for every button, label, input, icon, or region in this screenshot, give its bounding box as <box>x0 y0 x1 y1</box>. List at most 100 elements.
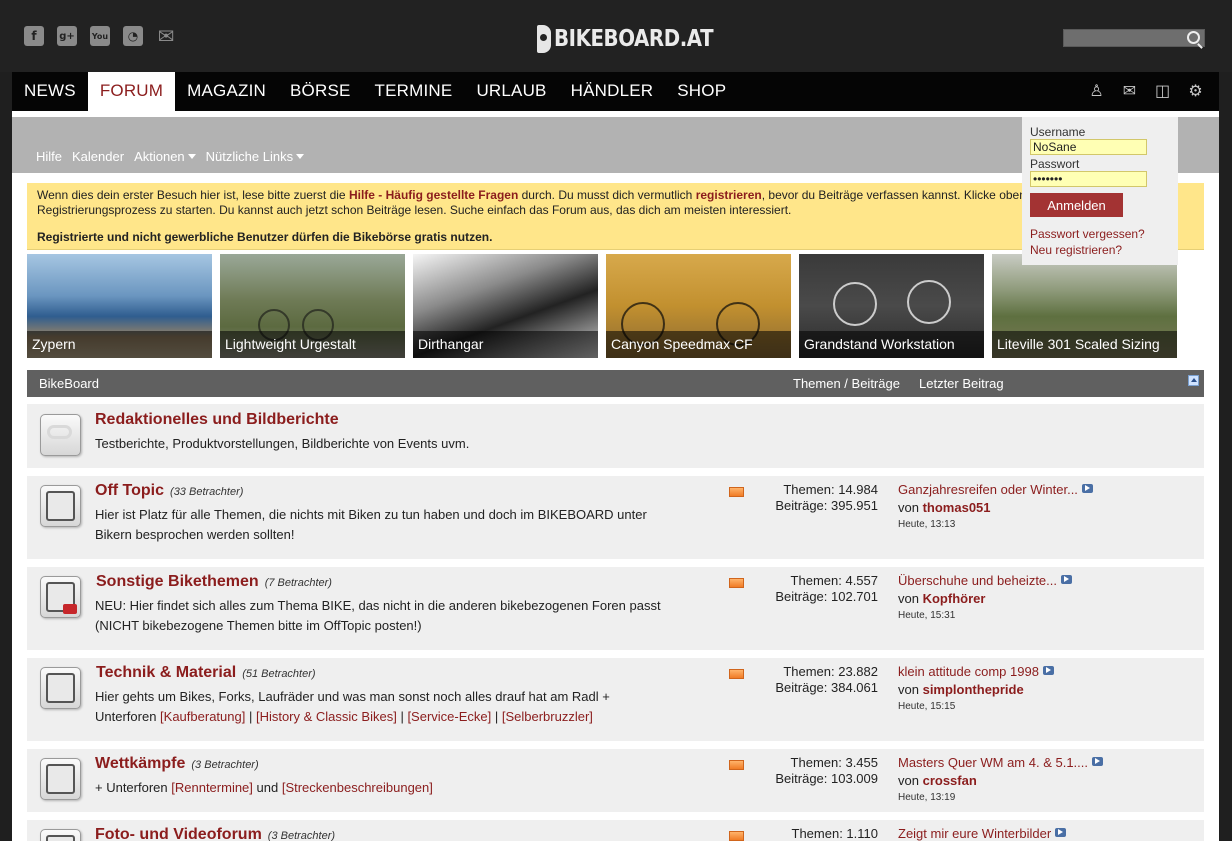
forum-stats: Themen: 14.984 Beiträge: 395.951 <box>775 482 878 514</box>
password-field[interactable] <box>1030 171 1147 187</box>
search-icon[interactable] <box>1187 31 1200 44</box>
last-post-title[interactable]: Zeigt mir eure Winterbilder <box>898 826 1051 841</box>
joiner: und <box>252 780 282 795</box>
forgot-password-link[interactable]: Passwort vergessen? <box>1030 226 1170 242</box>
forum-description: Hier gehts um Bikes, Forks, Laufräder un… <box>95 687 635 727</box>
nav-termine[interactable]: TERMINE <box>363 72 465 111</box>
last-post-user[interactable]: Kopfhörer <box>923 591 986 606</box>
last-post-title-line: klein attitude comp 1998 <box>898 663 1054 681</box>
subforum-link[interactable]: [Selberbruzzler] <box>502 709 593 724</box>
slide-lightweight[interactable]: Lightweight Urgestalt <box>220 254 405 358</box>
last-post: Masters Quer WM am 4. & 5.1.... von cros… <box>898 754 1103 806</box>
viewer-count: (51 Betrachter) <box>242 668 316 680</box>
nav-forum[interactable]: FORUM <box>87 72 176 111</box>
facebook-icon[interactable]: f <box>24 26 44 46</box>
forum-title[interactable]: Sonstige Bikethemen (7 Betrachter) <box>96 573 332 591</box>
forum-title-text: Foto- und Videoforum <box>95 826 262 841</box>
nav-urlaub[interactable]: URLAUB <box>464 72 558 111</box>
subnav-kalender[interactable]: Kalender <box>72 149 124 164</box>
slide-canyon[interactable]: Canyon Speedmax CF <box>606 254 791 358</box>
collapse-icon[interactable] <box>1188 375 1199 386</box>
notice-part1: Wenn dies dein erster Besuch hier ist, l… <box>37 188 349 202</box>
slide-caption: Liteville 301 Scaled Sizing <box>992 331 1177 358</box>
forum-title-text: Off Topic <box>95 482 165 499</box>
register-link[interactable]: registrieren <box>696 188 762 202</box>
youtube-icon[interactable]: You <box>90 26 110 46</box>
subforum-link[interactable]: [Renntermine] <box>171 780 253 795</box>
subnav-hilfe[interactable]: Hilfe <box>36 149 62 164</box>
nav-shop[interactable]: SHOP <box>665 72 738 111</box>
last-post-user[interactable]: simplonthepride <box>923 682 1024 697</box>
category-title[interactable]: BikeBoard <box>39 376 99 391</box>
last-post: Zeigt mir eure Winterbilder <box>898 825 1067 841</box>
last-post-user[interactable]: crossfan <box>923 773 977 788</box>
settings-icon[interactable]: ⚙ <box>1186 82 1205 100</box>
cart-icon[interactable]: ◫ <box>1153 82 1172 100</box>
nav-boerse[interactable]: BÖRSE <box>278 72 363 111</box>
subforum-link[interactable]: [Streckenbeschreibungen] <box>282 780 433 795</box>
subnav-aktionen[interactable]: Aktionen <box>134 149 196 164</box>
rss-icon[interactable]: ◔ <box>123 26 143 46</box>
site-logo[interactable]: BIKEBOARD.AT <box>537 24 739 54</box>
nav-magazin[interactable]: MAGAZIN <box>175 72 278 111</box>
slide-dirthangar[interactable]: Dirthangar <box>413 254 598 358</box>
forum-icon-inner <box>46 835 75 841</box>
forum-status-icon <box>40 576 81 618</box>
last-post-user[interactable]: thomas051 <box>923 500 991 515</box>
rss-icon[interactable] <box>729 760 744 770</box>
go-to-post-icon[interactable] <box>1092 757 1103 766</box>
post-count: Beiträge: 395.951 <box>775 498 878 513</box>
forum-status-icon <box>40 829 81 841</box>
forum-stats: Themen: 4.557 Beiträge: 102.701 <box>775 573 878 605</box>
forum-title[interactable]: Technik & Material (51 Betrachter) <box>96 664 316 682</box>
subnav-nuetzliche-links[interactable]: Nützliche Links <box>206 149 305 164</box>
featured-slider: Zypern Lightweight Urgestalt Dirthangar … <box>27 254 1187 358</box>
go-to-post-icon[interactable] <box>1081 484 1093 493</box>
last-post: Ganzjahresreifen oder Winter... von thom… <box>898 481 1093 533</box>
slide-grandstand[interactable]: Grandstand Workstation <box>799 254 984 358</box>
google-plus-icon[interactable]: g+ <box>57 26 77 46</box>
viewer-count: (33 Betrachter) <box>170 486 244 498</box>
last-post-title[interactable]: Überschuhe und beheizte... <box>898 573 1057 588</box>
rss-icon[interactable] <box>729 578 744 588</box>
go-to-post-icon[interactable] <box>1042 666 1054 675</box>
slide-liteville[interactable]: Liteville 301 Scaled Sizing <box>992 254 1177 358</box>
last-post-author-line: von thomas051 <box>898 499 1093 517</box>
forum-title[interactable]: Foto- und Videoforum (3 Betrachter) <box>95 826 335 841</box>
mail-icon[interactable]: ✉ <box>1120 82 1139 100</box>
register-new-link[interactable]: Neu registrieren? <box>1030 242 1170 258</box>
go-to-post-icon[interactable] <box>1061 575 1072 584</box>
search-input[interactable] <box>1063 29 1205 47</box>
last-post-title[interactable]: Ganzjahresreifen oder Winter... <box>898 482 1078 497</box>
mail-icon[interactable]: ✉ <box>156 24 176 48</box>
forum-title[interactable]: Redaktionelles und Bildberichte <box>95 411 339 429</box>
slide-zypern[interactable]: Zypern <box>27 254 212 358</box>
by-label: von <box>898 682 919 697</box>
by-label: von <box>898 591 919 606</box>
forum-title[interactable]: Wettkämpfe (3 Betrachter) <box>95 755 259 773</box>
last-post-time: Heute, 13:13 <box>898 519 956 530</box>
subforum-link[interactable]: [Kaufberatung] <box>160 709 245 724</box>
login-button[interactable]: Anmelden <box>1030 193 1123 217</box>
last-post-title-line: Zeigt mir eure Winterbilder <box>898 825 1067 841</box>
nav-haendler[interactable]: HÄNDLER <box>559 72 666 111</box>
last-post-title[interactable]: Masters Quer WM am 4. & 5.1.... <box>898 755 1088 770</box>
username-field[interactable] <box>1030 139 1147 155</box>
last-post-time: Heute, 13:19 <box>898 792 956 803</box>
rss-icon[interactable] <box>729 487 744 497</box>
viewer-count: (3 Betrachter) <box>267 830 336 841</box>
user-icon[interactable]: ♙ <box>1087 82 1106 100</box>
nav-news[interactable]: NEWS <box>12 72 88 111</box>
post-count: Beiträge: 102.701 <box>775 589 878 604</box>
rss-icon[interactable] <box>729 669 744 679</box>
forum-title[interactable]: Off Topic (33 Betrachter) <box>95 482 243 500</box>
go-to-post-icon[interactable] <box>1055 828 1067 837</box>
forum-status-icon <box>40 667 81 709</box>
subnav-kalender-label: Kalender <box>72 149 125 164</box>
faq-link[interactable]: Hilfe - Häufig gestellte Fragen <box>349 188 518 202</box>
last-post-title[interactable]: klein attitude comp 1998 <box>898 664 1039 679</box>
subforum-link[interactable]: [Service-Ecke] <box>407 709 491 724</box>
rss-icon[interactable] <box>729 831 744 841</box>
topic-count: Themen: 4.557 <box>790 573 878 588</box>
subforum-link[interactable]: [History & Classic Bikes] <box>256 709 397 724</box>
